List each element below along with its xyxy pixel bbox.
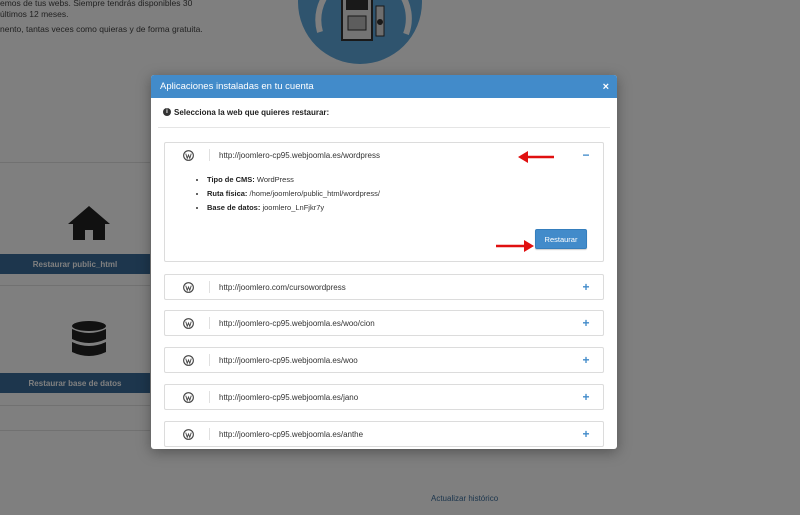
site-url: http://joomlero-cp95.webjoomla.es/woo/ci… [219, 318, 375, 328]
site-url: http://joomlero-cp95.webjoomla.es/jano [219, 392, 359, 402]
site-item: http://joomlero-cp95.webjoomla.es/woo + [164, 347, 604, 373]
wordpress-icon [183, 354, 194, 366]
database-row: Base de datos: joomlero_LnFjkr7y [207, 203, 587, 212]
site-item-header[interactable]: http://joomlero.com/cursowordpress + [165, 275, 603, 299]
expand-icon[interactable]: + [581, 316, 591, 330]
site-item: http://joomlero-cp95.webjoomla.es/woo/ci… [164, 310, 604, 336]
site-item-header[interactable]: http://joomlero-cp95.webjoomla.es/anthe … [165, 422, 603, 446]
annotation-arrow-icon [518, 151, 554, 163]
wordpress-icon [183, 391, 194, 403]
site-item: http://joomlero-cp95.webjoomla.es/jano + [164, 384, 604, 410]
site-item-header[interactable]: http://joomlero-cp95.webjoomla.es/woo/ci… [165, 311, 603, 335]
wordpress-icon [183, 317, 194, 329]
site-item: http://joomlero.com/cursowordpress + [164, 274, 604, 300]
info-icon: i [163, 108, 171, 116]
site-details: Tipo de CMS: WordPress Ruta física: /hom… [165, 167, 603, 261]
site-url: http://joomlero.com/cursowordpress [219, 282, 346, 292]
annotation-arrow-icon [496, 240, 534, 252]
wordpress-icon [183, 281, 194, 293]
expand-icon[interactable]: + [581, 280, 591, 294]
select-site-prompt: i Selecciona la web que quieres restaura… [158, 106, 610, 118]
divider [158, 127, 610, 128]
site-url: http://joomlero-cp95.webjoomla.es/woo [219, 355, 358, 365]
restore-button[interactable]: Restaurar [535, 229, 587, 249]
modal-title: Aplicaciones instaladas en tu cuenta [160, 81, 314, 92]
prompt-text: Selecciona la web que quieres restaurar: [174, 107, 330, 117]
collapse-icon[interactable]: − [581, 148, 591, 162]
physical-path-row: Ruta física: /home/joomlero/public_html/… [207, 189, 587, 198]
expand-icon[interactable]: + [581, 353, 591, 367]
installed-apps-modal: Aplicaciones instaladas en tu cuenta × i… [151, 75, 617, 449]
expand-icon[interactable]: + [581, 390, 591, 404]
site-url: http://joomlero-cp95.webjoomla.es/anthe [219, 429, 364, 439]
site-item-header[interactable]: http://joomlero-cp95.webjoomla.es/woo + [165, 348, 603, 372]
close-icon[interactable]: × [603, 81, 609, 93]
expand-icon[interactable]: + [581, 427, 591, 441]
modal-header: Aplicaciones instaladas en tu cuenta × [151, 75, 617, 98]
wordpress-icon [183, 149, 194, 161]
cms-type-row: Tipo de CMS: WordPress [207, 175, 587, 184]
site-item: http://joomlero-cp95.webjoomla.es/anthe … [164, 421, 604, 447]
wordpress-icon [183, 428, 194, 440]
site-item-header[interactable]: http://joomlero-cp95.webjoomla.es/jano + [165, 385, 603, 409]
